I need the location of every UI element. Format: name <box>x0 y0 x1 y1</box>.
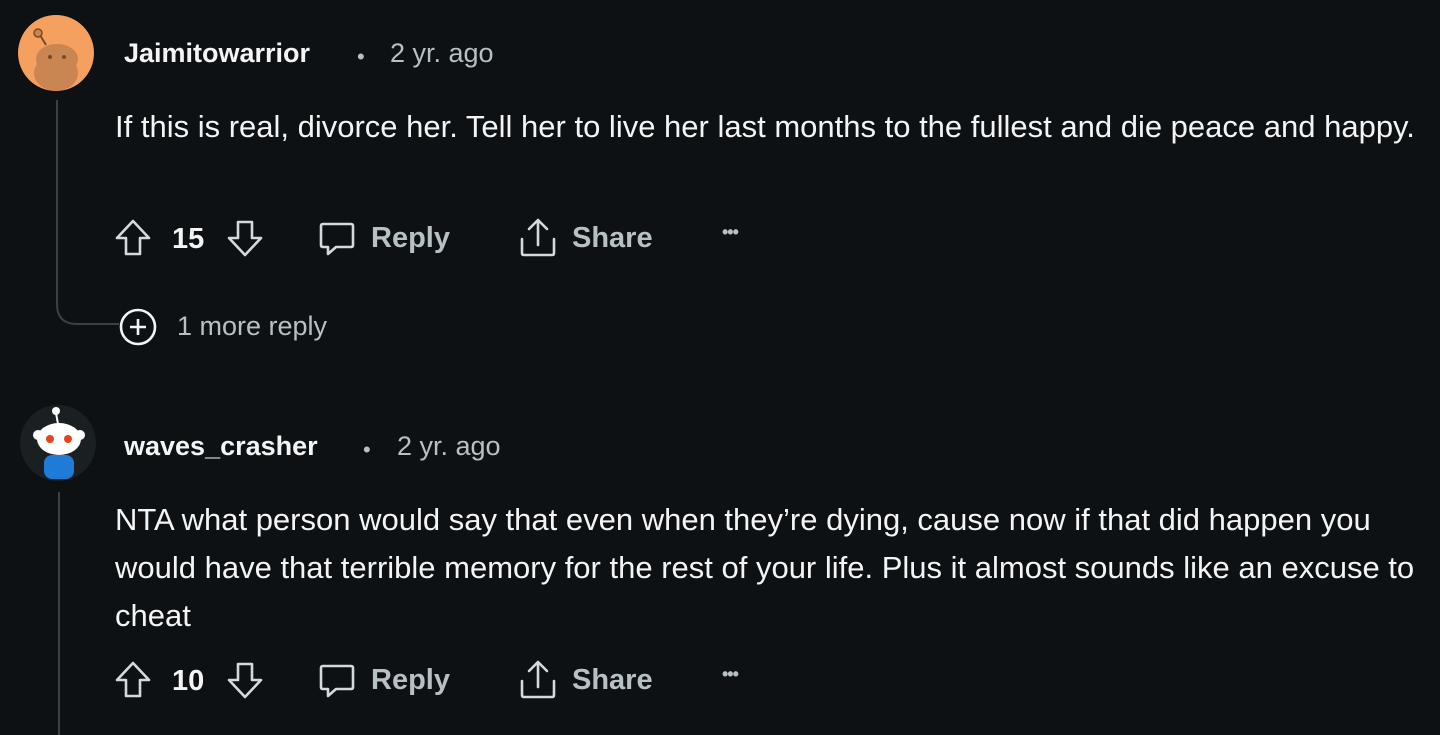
share-label: Share <box>572 663 653 696</box>
more-options-icon: ••• <box>722 222 739 242</box>
downvote-button[interactable] <box>226 218 264 258</box>
avatar[interactable] <box>18 15 94 91</box>
separator-dot: • <box>363 437 371 462</box>
reply-icon <box>319 664 355 698</box>
vote-score: 10 <box>172 665 205 697</box>
share-icon <box>520 660 556 699</box>
more-options-button[interactable]: ••• <box>722 222 739 243</box>
more-options-button[interactable]: ••• <box>722 664 739 685</box>
upvote-button[interactable] <box>114 218 152 258</box>
avatar[interactable] <box>20 405 96 481</box>
reply-icon <box>319 222 355 256</box>
share-icon <box>520 218 556 257</box>
comment-timestamp[interactable]: 2 yr. ago <box>397 431 501 462</box>
reply-label: Reply <box>371 663 450 696</box>
upvote-icon <box>115 661 151 698</box>
downvote-icon <box>227 662 263 699</box>
downvote-icon <box>227 220 263 257</box>
upvote-icon <box>115 219 151 256</box>
share-button[interactable]: Share <box>518 659 653 701</box>
reply-button[interactable]: Reply <box>318 218 450 258</box>
vote-score: 15 <box>172 223 205 255</box>
expand-replies-button[interactable] <box>118 307 158 347</box>
thread-line[interactable] <box>56 100 58 296</box>
comment-author[interactable]: Jaimitowarrior <box>124 38 310 69</box>
share-button[interactable]: Share <box>518 217 653 259</box>
comment-body: NTA what person would say that even when… <box>115 502 1415 633</box>
more-options-icon: ••• <box>722 664 739 684</box>
share-label: Share <box>572 221 653 254</box>
upvote-button[interactable] <box>114 660 152 700</box>
snoo-avatar-icon <box>33 28 78 91</box>
reply-button[interactable]: Reply <box>318 660 450 700</box>
comment-author[interactable]: waves_crasher <box>124 431 318 462</box>
separator-dot: • <box>357 44 365 69</box>
comment-timestamp[interactable]: 2 yr. ago <box>390 38 494 69</box>
comment-body: If this is real, divorce her. Tell her t… <box>115 109 1415 144</box>
thread-line[interactable] <box>58 492 60 735</box>
reply-label: Reply <box>371 221 450 254</box>
thread-branch-line <box>56 290 119 325</box>
more-replies-label[interactable]: 1 more reply <box>177 311 327 342</box>
snoo-avatar-icon <box>29 405 85 479</box>
downvote-button[interactable] <box>226 660 264 700</box>
plus-circle-icon <box>119 308 157 346</box>
